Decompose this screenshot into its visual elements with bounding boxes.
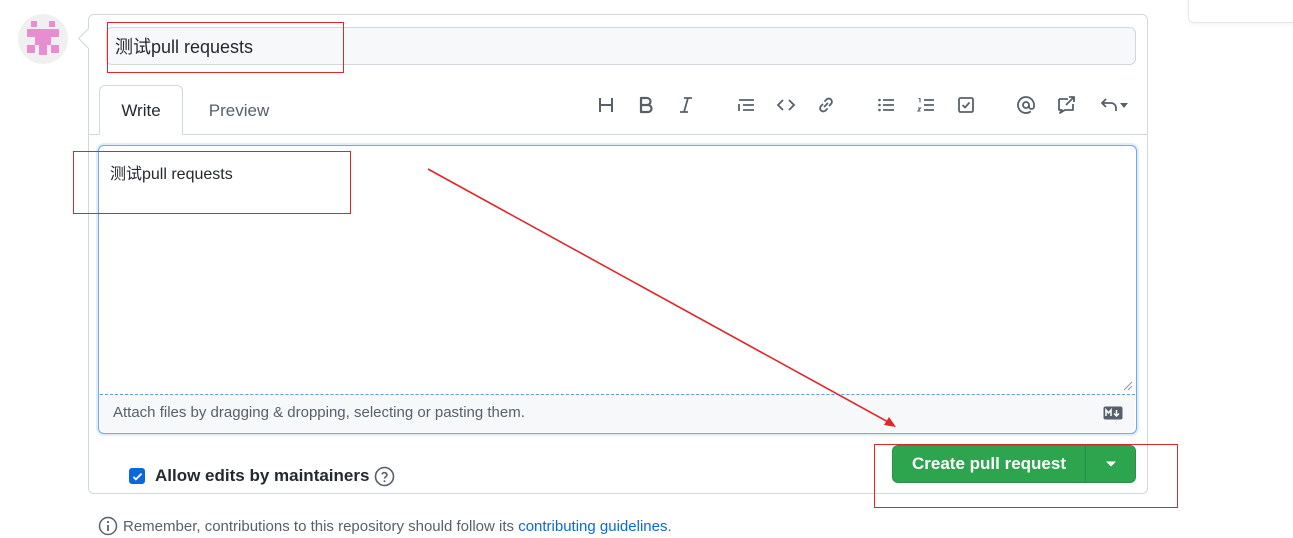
link-icon[interactable] [813,92,839,118]
check-icon [132,472,142,481]
code-icon[interactable] [773,92,799,118]
markdown-icon [1103,406,1123,420]
note-suffix: . [667,518,672,535]
allow-edits-checkbox[interactable] [129,468,145,484]
note-prefix: Remember, contributions to this reposito… [123,518,519,535]
floating-card [1188,0,1293,23]
italic-icon[interactable] [673,92,699,118]
contributing-guidelines-link[interactable]: contributing guidelines [518,518,667,535]
allow-edits-label[interactable]: Allow edits by maintainers [155,466,369,486]
undo-icon[interactable] [1093,92,1135,118]
mention-icon[interactable] [1013,92,1039,118]
bold-icon[interactable] [633,92,659,118]
contribution-note: Remember, contributions to this reposito… [123,518,672,535]
help-icon[interactable] [374,466,395,487]
annotation-box-button [874,444,1178,508]
tab-preview[interactable]: Preview [196,85,282,135]
avatar[interactable] [18,14,68,64]
resize-handle-icon[interactable] [1121,379,1133,391]
annotation-box-title [107,22,344,73]
heading-icon[interactable] [593,92,619,118]
annotation-box-body [73,151,351,214]
numbered-list-icon[interactable] [913,92,939,118]
task-list-icon[interactable] [953,92,979,118]
reference-icon[interactable] [1053,92,1079,118]
bulleted-list-icon[interactable] [873,92,899,118]
quote-icon[interactable] [733,92,759,118]
chevron-down-icon [1120,103,1128,108]
tab-write[interactable]: Write [99,85,183,135]
attach-hint: Attach files by dragging & dropping, sel… [113,404,525,421]
info-icon [98,516,118,536]
